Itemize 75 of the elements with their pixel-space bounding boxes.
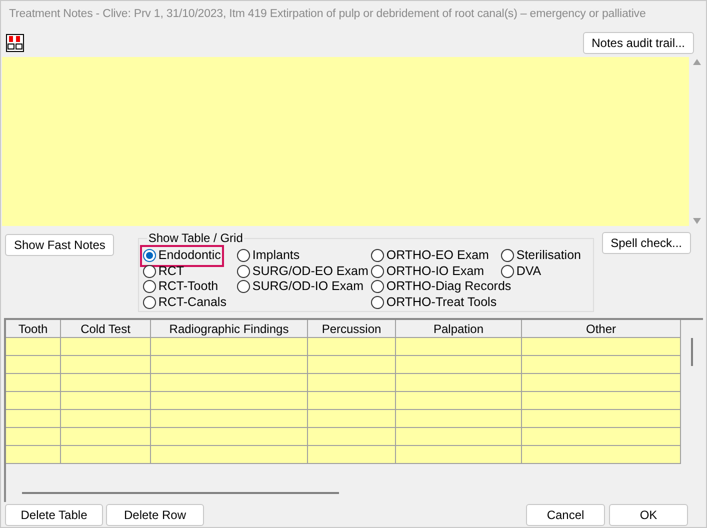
column-header[interactable]: Other xyxy=(522,320,681,338)
down-arrow-icon[interactable] xyxy=(693,218,701,224)
button[interactable]: OK xyxy=(609,504,688,526)
table-cell[interactable] xyxy=(151,410,308,428)
table-cell[interactable] xyxy=(396,446,522,464)
button[interactable]: Cancel xyxy=(526,504,605,526)
table-cell[interactable] xyxy=(151,338,308,356)
button[interactable]: Delete Row xyxy=(106,504,204,526)
table-cell[interactable] xyxy=(308,356,396,374)
column-header[interactable]: Tooth xyxy=(6,320,61,338)
radio-option[interactable]: Implants xyxy=(237,248,300,264)
table-cell[interactable] xyxy=(522,392,681,410)
up-arrow-icon[interactable] xyxy=(693,59,701,65)
table-cell[interactable] xyxy=(522,410,681,428)
table-cell[interactable] xyxy=(522,446,681,464)
radio-option[interactable]: SURG/OD-EO Exam xyxy=(237,264,368,279)
table-cell[interactable] xyxy=(308,338,396,356)
button[interactable]: Spell check... xyxy=(602,232,691,254)
button[interactable]: Show Fast Notes xyxy=(5,234,114,256)
table-cell[interactable] xyxy=(151,374,308,392)
window-title: Treatment Notes - Clive: Prv 1, 31/10/2023, Itm 419 Extirpation of pulp or debridement of root canal(s) – emergency or palliative xyxy=(9,7,646,22)
radio-option[interactable]: ORTHO-IO Exam xyxy=(371,264,484,279)
horizontal-scrollbar[interactable] xyxy=(22,492,339,494)
button[interactable]: Delete Table xyxy=(5,504,103,526)
column-header[interactable]: Percussion xyxy=(308,320,396,338)
radio-option[interactable]: RCT xyxy=(143,264,184,279)
radio-option[interactable]: Sterilisation xyxy=(501,248,581,264)
table-cell[interactable] xyxy=(308,392,396,410)
table-cell[interactable] xyxy=(151,446,308,464)
table-cell[interactable] xyxy=(61,338,151,356)
table-cell[interactable] xyxy=(6,392,61,410)
table-cell[interactable] xyxy=(396,392,522,410)
table-cell[interactable] xyxy=(61,428,151,446)
table-cell[interactable] xyxy=(6,338,61,356)
table-cell[interactable] xyxy=(308,410,396,428)
table-cell[interactable] xyxy=(396,356,522,374)
radio-option[interactable]: RCT-Canals xyxy=(143,294,226,310)
vertical-scrollbar[interactable] xyxy=(691,338,693,366)
numbered-grid-icon[interactable] xyxy=(6,34,24,52)
table-cell[interactable] xyxy=(522,356,681,374)
table-cell[interactable] xyxy=(6,428,61,446)
table-cell[interactable] xyxy=(151,356,308,374)
table-cell[interactable] xyxy=(308,446,396,464)
table-cell[interactable] xyxy=(61,410,151,428)
table-cell[interactable] xyxy=(61,374,151,392)
table-cell[interactable] xyxy=(61,356,151,374)
button[interactable]: Notes audit trail... xyxy=(582,32,694,54)
radio-option[interactable]: ORTHO-Diag Records xyxy=(371,279,512,294)
table-cell[interactable] xyxy=(6,356,61,374)
table-cell[interactable] xyxy=(6,446,61,464)
table-cell[interactable] xyxy=(6,410,61,428)
radio-option[interactable]: SURG/OD-IO Exam xyxy=(237,279,364,294)
table-cell[interactable] xyxy=(522,428,681,446)
radio-option[interactable]: ORTHO-EO Exam xyxy=(371,248,489,264)
radio-option[interactable]: RCT-Tooth xyxy=(143,279,218,294)
column-header[interactable]: Radiographic Findings xyxy=(151,320,308,338)
table-cell[interactable] xyxy=(151,392,308,410)
table-cell[interactable] xyxy=(396,374,522,392)
table-cell[interactable] xyxy=(61,446,151,464)
radio-option[interactable]: DVA xyxy=(501,264,542,279)
table-cell[interactable] xyxy=(308,374,396,392)
column-header[interactable]: Cold Test xyxy=(61,320,151,338)
table-cell[interactable] xyxy=(151,428,308,446)
table-cell[interactable] xyxy=(396,410,522,428)
radio-option[interactable]: ORTHO-Treat Tools xyxy=(371,294,497,310)
table-cell[interactable] xyxy=(396,338,522,356)
table-cell[interactable] xyxy=(61,392,151,410)
table-cell[interactable] xyxy=(522,374,681,392)
column-header[interactable]: Palpation xyxy=(396,320,522,338)
table-cell[interactable] xyxy=(396,428,522,446)
table-cell[interactable] xyxy=(308,428,396,446)
radio-option[interactable]: Endodontic xyxy=(143,248,221,264)
group-label: Show Table / Grid xyxy=(147,231,244,245)
table-cell[interactable] xyxy=(522,338,681,356)
table-cell[interactable] xyxy=(6,374,61,392)
